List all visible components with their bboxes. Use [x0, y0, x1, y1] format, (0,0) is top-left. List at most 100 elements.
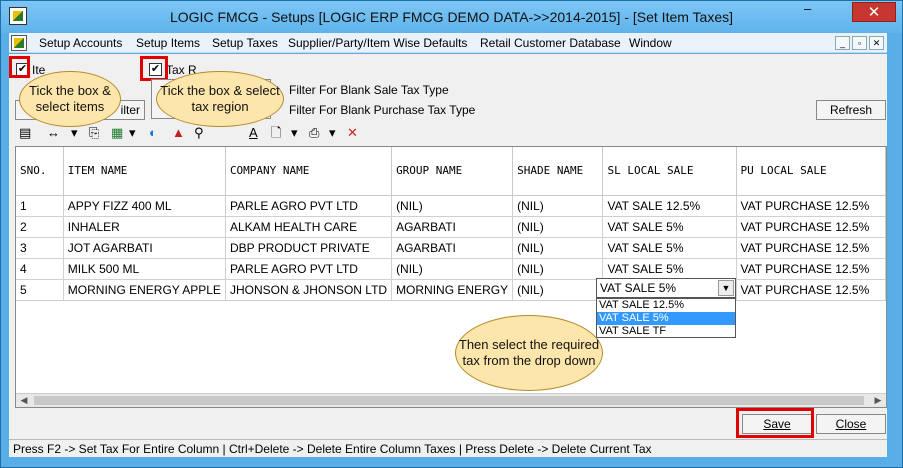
table-row[interactable]: 5 MORNING ENERGY APPLE JHONSON & JHONSON…: [16, 279, 887, 301]
delete-icon[interactable]: ✕: [347, 125, 358, 141]
font-icon[interactable]: A: [249, 125, 258, 141]
grid-toolbar: ▤ ↔ ▾ ⎘ ▦ ▾ ◐ ▲ ⚲ A 🗋 ▾ ⎙ ▾ ✕: [9, 123, 389, 143]
status-bar: Press F2 -> Set Tax For Entire Column | …: [9, 439, 887, 457]
table-row[interactable]: 1 APPY FIZZ 400 ML PARLE AGRO PVT LTD (N…: [16, 195, 887, 217]
cell-item-name[interactable]: APPY FIZZ 400 ML: [63, 195, 226, 217]
menu-setup-taxes[interactable]: Setup Taxes: [212, 36, 278, 50]
sale-tax-combo-value: VAT SALE 5%: [600, 281, 677, 295]
dropdown-option-selected[interactable]: VAT SALE 5%: [597, 312, 735, 325]
cell-shade-name[interactable]: (NIL): [512, 279, 604, 301]
cell-group-name[interactable]: (NIL): [391, 258, 514, 280]
dropdown-option[interactable]: VAT SALE 12.5%: [597, 299, 735, 312]
column-width-icon[interactable]: ↔: [47, 125, 60, 141]
cell-company-name[interactable]: PARLE AGRO PVT LTD: [225, 258, 393, 280]
table-header-row: SNO. ITEM NAME COMPANY NAME GROUP NAME S…: [16, 147, 887, 196]
menu-setup-accounts[interactable]: Setup Accounts: [39, 36, 122, 50]
refresh-button[interactable]: Refresh: [816, 100, 886, 120]
cell-group-name[interactable]: AGARBATI: [391, 237, 514, 259]
cell-sale-tax[interactable]: VAT SALE 5%: [602, 237, 737, 259]
cell-sno[interactable]: 1: [16, 195, 64, 217]
cell-shade-name[interactable]: (NIL): [512, 258, 604, 280]
cell-group-name[interactable]: MORNING ENERGY: [391, 279, 514, 301]
blank-purchase-filter-label[interactable]: Filter For Blank Purchase Tax Type: [289, 103, 475, 117]
print-preview-icon[interactable]: 🗋: [271, 125, 281, 141]
cell-shade-name[interactable]: (NIL): [512, 216, 604, 238]
cell-purchase-tax[interactable]: VAT PURCHASE 12.5%: [736, 237, 887, 259]
cell-item-name[interactable]: MILK 500 ML: [63, 258, 226, 280]
browser-icon[interactable]: ◐: [149, 125, 157, 141]
open-icon[interactable]: ▤: [19, 125, 31, 141]
window-title: LOGIC FMCG - Setups [LOGIC ERP FMCG DEMO…: [169, 9, 734, 25]
chevron-down-icon[interactable]: ▼: [718, 280, 734, 296]
item-checkbox-highlight: [9, 56, 30, 78]
up-arrow-icon[interactable]: ▲: [172, 125, 185, 141]
table-row[interactable]: 2 INHALER ALKAM HEALTH CARE AGARBATI (NI…: [16, 216, 887, 238]
tax-checkbox-highlight: [140, 56, 168, 81]
child-window-icon[interactable]: [11, 35, 27, 51]
minimize-button[interactable]: –: [804, 2, 818, 15]
dropdown-arrow-icon[interactable]: ▾: [129, 125, 136, 141]
mdi-minimize-button[interactable]: _: [835, 36, 850, 50]
cell-sno[interactable]: 3: [16, 237, 64, 259]
col-header-sl-local-sale[interactable]: SL LOCAL SALE: [602, 147, 737, 196]
close-button-label: Close: [835, 417, 867, 431]
callout-select-items: Tick the box & select items: [19, 71, 121, 127]
item-tax-grid[interactable]: SNO. ITEM NAME COMPANY NAME GROUP NAME S…: [15, 146, 887, 408]
cell-group-name[interactable]: AGARBATI: [391, 216, 514, 238]
sale-tax-dropdown-list: VAT SALE 12.5% VAT SALE 5% VAT SALE TF: [596, 298, 736, 338]
menu-retail-customer[interactable]: Retail Customer Database: [480, 36, 621, 50]
menu-bar: Setup Accounts Setup Items Setup Taxes S…: [9, 33, 887, 53]
cell-purchase-tax[interactable]: VAT PURCHASE 12.5%: [736, 216, 887, 238]
cell-company-name[interactable]: ALKAM HEALTH CARE: [225, 216, 393, 238]
cell-sno[interactable]: 4: [16, 258, 64, 280]
cell-item-name[interactable]: INHALER: [63, 216, 226, 238]
close-button[interactable]: Close: [816, 414, 886, 434]
table-row[interactable]: 3 JOT AGARBATI DBP PRODUCT PRIVATE AGARB…: [16, 237, 887, 259]
menu-supplier-defaults[interactable]: Supplier/Party/Item Wise Defaults: [288, 36, 467, 50]
col-header-group-name[interactable]: GROUP NAME: [391, 147, 514, 196]
dropdown-option[interactable]: VAT SALE TF: [597, 325, 735, 338]
col-header-shade-name[interactable]: SHADE NAME: [512, 147, 604, 196]
col-header-company-name[interactable]: COMPANY NAME: [225, 147, 393, 196]
sale-tax-combo[interactable]: VAT SALE 5% ▼: [596, 278, 736, 298]
copy-icon[interactable]: ⎘: [89, 125, 99, 141]
dropdown-arrow-icon[interactable]: ▾: [329, 125, 336, 141]
cell-sale-tax[interactable]: VAT SALE 5%: [602, 258, 737, 280]
callout-select-tax-dropdown: Then select the required tax from the dr…: [455, 315, 603, 391]
scroll-right-icon[interactable]: ▶: [872, 395, 884, 406]
print-icon[interactable]: ⎙: [309, 125, 319, 141]
dropdown-arrow-icon[interactable]: ▾: [71, 125, 78, 141]
scroll-left-icon[interactable]: ◀: [18, 395, 30, 406]
col-header-pu-local-sale[interactable]: PU LOCAL SALE: [736, 147, 887, 196]
menu-setup-items[interactable]: Setup Items: [136, 36, 200, 50]
excel-icon[interactable]: ▦: [111, 125, 123, 141]
cell-sale-tax[interactable]: VAT SALE 12.5%: [602, 195, 737, 217]
close-window-button[interactable]: ✕: [852, 2, 896, 22]
cell-purchase-tax[interactable]: VAT PURCHASE 12.5%: [736, 279, 887, 301]
cell-shade-name[interactable]: (NIL): [512, 237, 604, 259]
cell-group-name[interactable]: (NIL): [391, 195, 514, 217]
blank-sale-filter-label[interactable]: Filter For Blank Sale Tax Type: [289, 83, 449, 97]
binoculars-icon[interactable]: ⚲: [194, 125, 204, 141]
cell-shade-name[interactable]: (NIL): [512, 195, 604, 217]
cell-company-name[interactable]: JHONSON & JHONSON LTD: [225, 279, 393, 301]
scrollbar-thumb[interactable]: [34, 396, 864, 405]
col-header-item-name[interactable]: ITEM NAME: [63, 147, 226, 196]
cell-company-name[interactable]: DBP PRODUCT PRIVATE: [225, 237, 393, 259]
dropdown-arrow-icon[interactable]: ▾: [291, 125, 298, 141]
cell-sno[interactable]: 2: [16, 216, 64, 238]
cell-item-name[interactable]: MORNING ENERGY APPLE: [63, 279, 226, 301]
col-header-sno[interactable]: SNO.: [16, 147, 64, 196]
cell-company-name[interactable]: PARLE AGRO PVT LTD: [225, 195, 393, 217]
menu-window[interactable]: Window: [629, 36, 672, 50]
cell-item-name[interactable]: JOT AGARBATI: [63, 237, 226, 259]
mdi-restore-button[interactable]: ▫: [852, 36, 867, 50]
cell-sno[interactable]: 5: [16, 279, 64, 301]
mdi-close-button[interactable]: ✕: [869, 36, 884, 50]
app-window: LOGIC FMCG - Setups [LOGIC ERP FMCG DEMO…: [0, 0, 903, 468]
horizontal-scrollbar[interactable]: ◀ ▶: [16, 393, 886, 407]
table-row[interactable]: 4 MILK 500 ML PARLE AGRO PVT LTD (NIL) (…: [16, 258, 887, 280]
cell-sale-tax[interactable]: VAT SALE 5%: [602, 216, 737, 238]
cell-purchase-tax[interactable]: VAT PURCHASE 12.5%: [736, 195, 887, 217]
cell-purchase-tax[interactable]: VAT PURCHASE 12.5%: [736, 258, 887, 280]
